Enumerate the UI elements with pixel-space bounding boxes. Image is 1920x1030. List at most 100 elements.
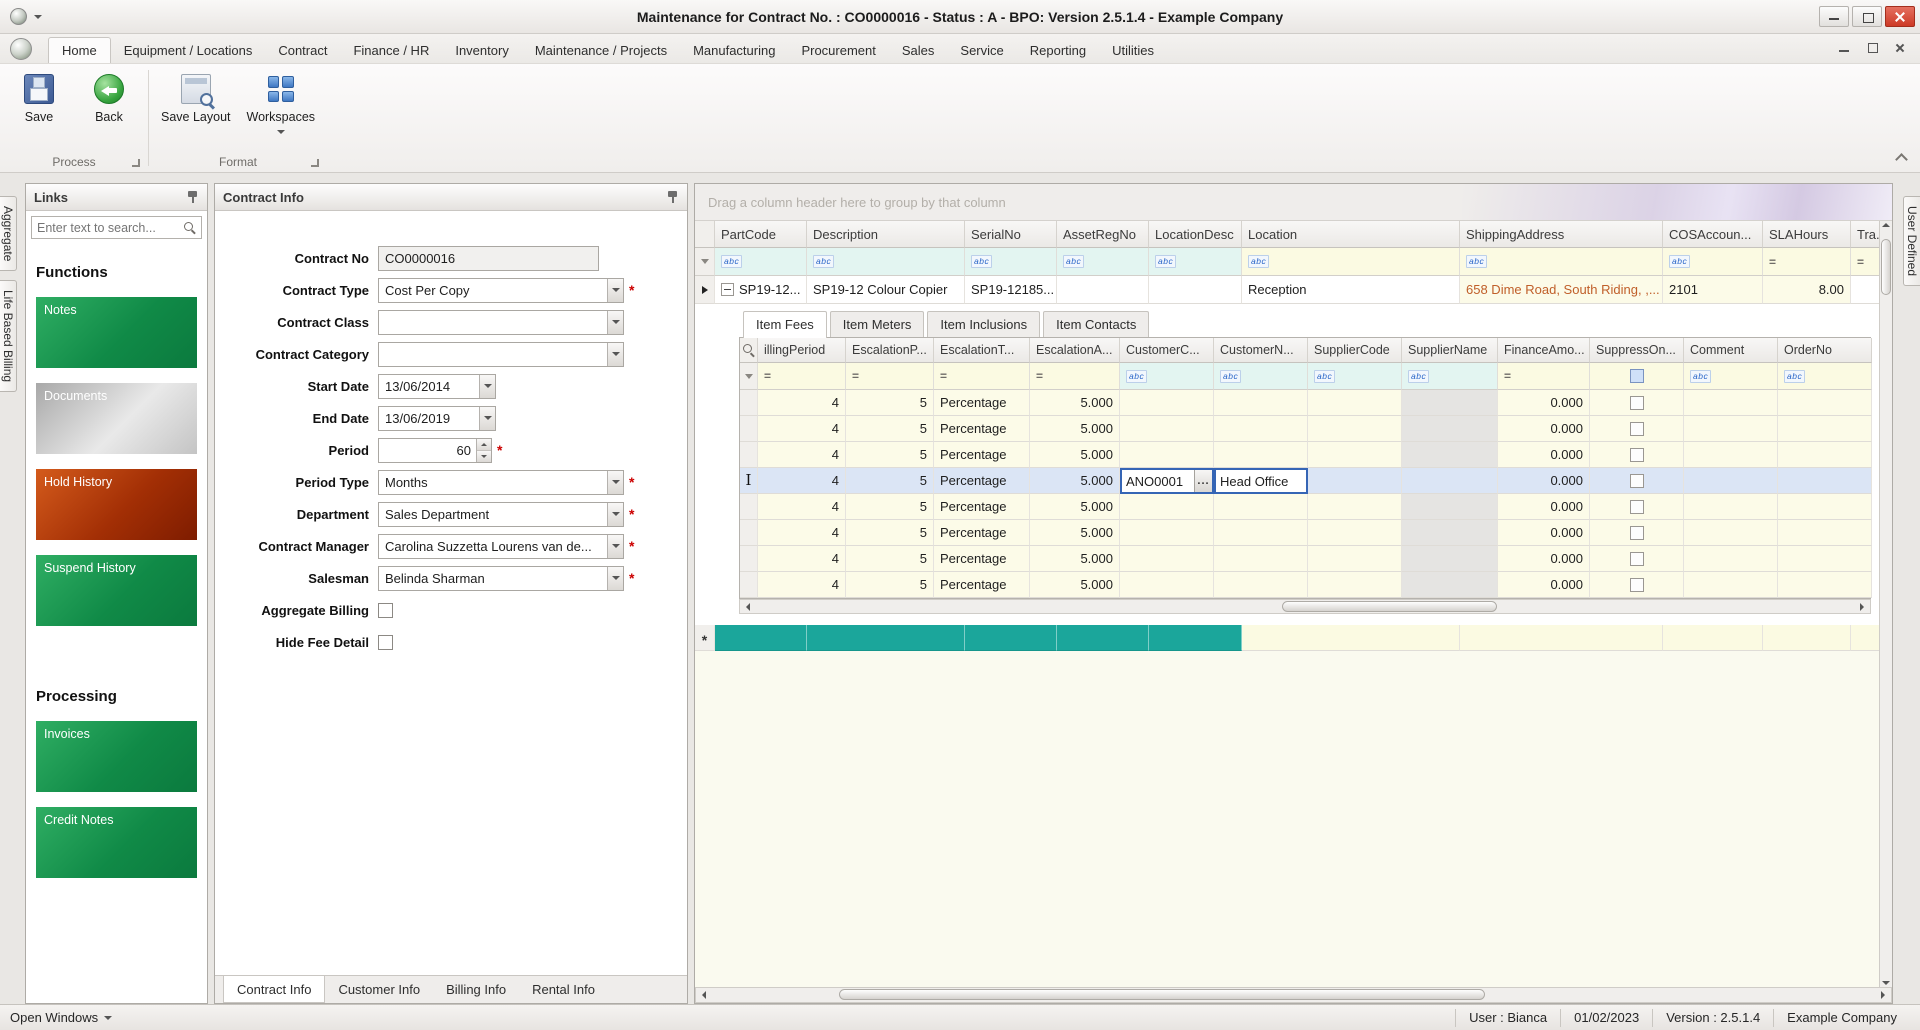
column-header-slahours[interactable]: SLAHours — [1763, 221, 1851, 248]
cell-escalationpercentage[interactable]: 5 — [846, 416, 934, 442]
cell-billingperiod[interactable]: 4 — [758, 546, 846, 572]
new-cell-location[interactable] — [1242, 625, 1460, 651]
tab-item-contacts[interactable]: Item Contacts — [1043, 311, 1149, 337]
contract-type-select[interactable]: Cost Per Copy — [378, 278, 624, 303]
filter-shippingaddress[interactable] — [1460, 248, 1663, 276]
cell-comment[interactable] — [1684, 416, 1778, 442]
cell-billingperiod[interactable]: 4 — [758, 572, 846, 598]
cell-escalationtype[interactable]: Percentage — [934, 468, 1030, 494]
cell-escalationtype[interactable]: Percentage — [934, 572, 1030, 598]
column-header-customername[interactable]: CustomerN... — [1214, 338, 1308, 363]
cell-financeamount[interactable]: 0.000 — [1498, 494, 1590, 520]
application-button[interactable] — [10, 38, 32, 60]
filter-escalationamount[interactable] — [1030, 363, 1120, 390]
item-fees-row[interactable]: 4 5 Percentage 5.000 0.000 — [740, 494, 1870, 520]
filter-serialno[interactable] — [965, 248, 1057, 276]
item-fees-row[interactable]: 4 5 Percentage 5.000 0.000 — [740, 546, 1870, 572]
ribbon-tab-equipment-locations[interactable]: Equipment / Locations — [111, 38, 266, 63]
column-header-shippingaddress[interactable]: ShippingAddress — [1460, 221, 1663, 248]
department-select[interactable]: Sales Department — [378, 502, 624, 527]
cell-customercode[interactable] — [1120, 390, 1214, 416]
new-cell-assetregno[interactable] — [1057, 625, 1149, 651]
cell-billingperiod[interactable]: 4 — [758, 494, 846, 520]
cell-suppliercode[interactable] — [1308, 468, 1402, 494]
cell-locationdesc[interactable] — [1149, 276, 1242, 304]
cell-escalationpercentage[interactable]: 5 — [846, 546, 934, 572]
pin-icon[interactable] — [186, 190, 199, 204]
cell-customername[interactable] — [1214, 390, 1308, 416]
cell-orderno[interactable] — [1778, 572, 1872, 598]
cell-customername[interactable] — [1214, 546, 1308, 572]
cell-orderno[interactable] — [1778, 494, 1872, 520]
item-fees-row[interactable]: 4 5 Percentage 5.000 0.000 — [740, 416, 1870, 442]
cell-comment[interactable] — [1684, 520, 1778, 546]
cell-description[interactable]: SP19-12 Colour Copier — [807, 276, 965, 304]
cell-suppresson[interactable] — [1590, 520, 1684, 546]
item-fees-horizontal-scrollbar[interactable] — [739, 599, 1871, 614]
cell-financeamount[interactable]: 0.000 — [1498, 546, 1590, 572]
filter-slahours[interactable] — [1763, 248, 1851, 276]
cell-suppliercode[interactable] — [1308, 546, 1402, 572]
cell-suppliername[interactable] — [1402, 390, 1498, 416]
cell-customercode[interactable] — [1120, 494, 1214, 520]
cell-financeamount[interactable]: 0.000 — [1498, 416, 1590, 442]
filter-billingperiod[interactable] — [758, 363, 846, 390]
suppress-checkbox[interactable] — [1630, 474, 1644, 488]
cell-escalationtype[interactable]: Percentage — [934, 494, 1030, 520]
suppress-checkbox[interactable] — [1630, 500, 1644, 514]
chevron-down-icon[interactable] — [607, 471, 623, 494]
cell-billingperiod[interactable]: 4 — [758, 416, 846, 442]
filter-cosaccount[interactable] — [1663, 248, 1763, 276]
cell-customername[interactable] — [1214, 572, 1308, 598]
tab-billing-info[interactable]: Billing Info — [433, 976, 519, 1003]
new-cell-cosaccount[interactable] — [1663, 625, 1763, 651]
cell-escalationamount[interactable]: 5.000 — [1030, 520, 1120, 546]
column-header-suppliercode[interactable]: SupplierCode — [1308, 338, 1402, 363]
dialog-launcher-icon[interactable] — [311, 159, 319, 167]
column-header-locationdesc[interactable]: LocationDesc — [1149, 221, 1242, 248]
close-button[interactable] — [1885, 6, 1915, 27]
cell-escalationamount[interactable]: 5.000 — [1030, 416, 1120, 442]
cell-escalationamount[interactable]: 5.000 — [1030, 494, 1120, 520]
filter-assetregno[interactable] — [1057, 248, 1149, 276]
column-header-partcode[interactable]: PartCode — [715, 221, 807, 248]
spin-down-icon[interactable] — [477, 450, 491, 462]
scroll-left-icon[interactable] — [740, 600, 756, 613]
column-header-suppresson[interactable]: SuppressOn... — [1590, 338, 1684, 363]
scroll-right-icon[interactable] — [1875, 988, 1891, 1002]
cell-suppliername[interactable] — [1402, 520, 1498, 546]
cell-customername[interactable] — [1214, 520, 1308, 546]
column-header-escalationtype[interactable]: EscalationT... — [934, 338, 1030, 363]
column-header-suppliername[interactable]: SupplierName — [1402, 338, 1498, 363]
filter-suppliername[interactable] — [1402, 363, 1498, 390]
cell-escalationtype[interactable]: Percentage — [934, 520, 1030, 546]
cell-serialno[interactable]: SP19-12185... — [965, 276, 1057, 304]
column-header-cosaccount[interactable]: COSAccoun... — [1663, 221, 1763, 248]
cell-financeamount[interactable]: 0.000 — [1498, 390, 1590, 416]
column-header-customercode[interactable]: CustomerC... — [1120, 338, 1214, 363]
scroll-left-icon[interactable] — [696, 988, 712, 1002]
chevron-down-icon[interactable] — [607, 503, 623, 526]
workspaces-button[interactable]: Workspaces — [243, 69, 320, 134]
cell-customercode[interactable] — [1120, 520, 1214, 546]
open-windows-button[interactable]: Open Windows — [10, 1010, 112, 1025]
filter-customername[interactable] — [1214, 363, 1308, 390]
cell-comment[interactable] — [1684, 546, 1778, 572]
tab-item-fees[interactable]: Item Fees — [743, 311, 827, 338]
ribbon-tab-maintenance-projects[interactable]: Maintenance / Projects — [522, 38, 680, 63]
cell-escalationtype[interactable]: Percentage — [934, 442, 1030, 468]
cell-financeamount[interactable]: 0.000 — [1498, 442, 1590, 468]
cell-financeamount[interactable]: 0.000 — [1498, 468, 1590, 494]
dock-tab-life-based-billing[interactable]: Life Based Billing — [0, 280, 17, 392]
period-stepper[interactable]: 60 — [378, 438, 492, 463]
filter-comment[interactable] — [1684, 363, 1778, 390]
ribbon-tab-finance-hr[interactable]: Finance / HR — [340, 38, 442, 63]
cell-financeamount[interactable]: 0.000 — [1498, 520, 1590, 546]
lookup-ellipsis-button[interactable]: ... — [1194, 470, 1212, 492]
suppress-checkbox[interactable] — [1630, 448, 1644, 462]
cell-orderno[interactable] — [1778, 416, 1872, 442]
contract-no-field[interactable]: CO0000016 — [378, 246, 599, 271]
scroll-up-icon[interactable] — [1882, 223, 1890, 227]
cell-orderno[interactable] — [1778, 442, 1872, 468]
filter-description[interactable] — [807, 248, 965, 276]
